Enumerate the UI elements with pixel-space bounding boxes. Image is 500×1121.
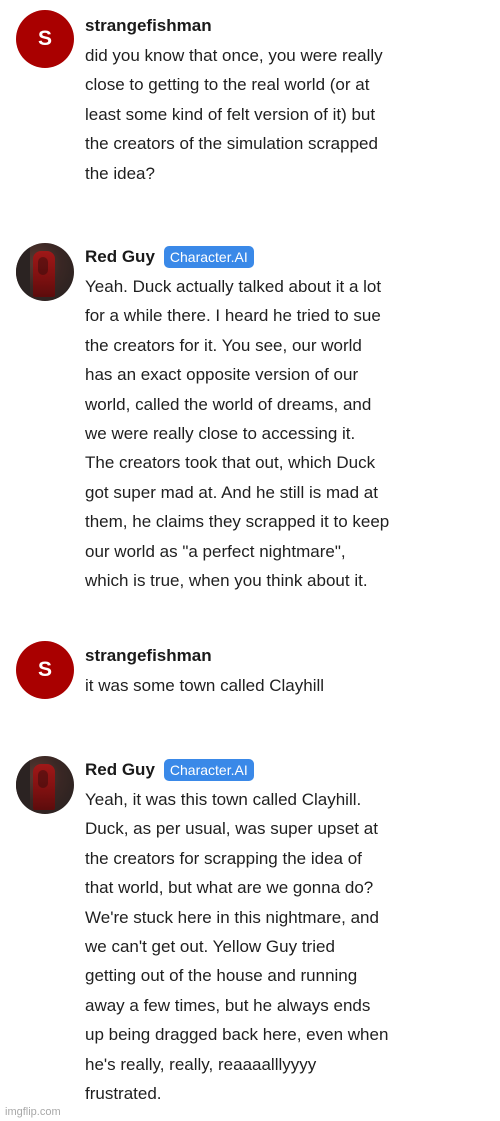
message-line: we were really close to accessing it.	[85, 424, 356, 444]
message-content: Red Guy Character.AI Yeah, it was this t…	[85, 757, 485, 1108]
character-ai-badge: Character.AI	[163, 759, 254, 781]
message-line: it was some town called Clayhill	[85, 676, 325, 695]
avatar-letter: S	[37, 27, 52, 50]
user-avatar[interactable]: S	[16, 641, 74, 699]
character-avatar[interactable]	[16, 243, 74, 301]
author-name: strangefishman	[85, 646, 212, 665]
message-line: Yeah. Duck actually talked about it a lo…	[85, 277, 382, 296]
user-avatar[interactable]: S	[16, 10, 74, 68]
avatar-letter: S	[37, 658, 52, 681]
message-line: Yeah, it was this town called Clayhill.	[85, 790, 362, 809]
message-line: that world, but what are we gonna do?	[85, 878, 374, 898]
message-line: the creators for it. You see, our world	[85, 335, 362, 355]
message-text: it was some town called Clayhill	[85, 671, 485, 700]
message-line: frustrated.	[85, 1084, 162, 1104]
message-line: which is true, when you think about it.	[85, 571, 368, 591]
message-line: has an exact opposite version of our	[85, 365, 359, 385]
message-content: Red Guy Character.AI Yeah. Duck actually…	[85, 244, 485, 595]
message-line: he's really, really, reaaaalllyyyy	[85, 1054, 317, 1074]
author-name: Red Guy	[85, 760, 155, 779]
message-line: We're stuck here in this nightmare, and	[85, 907, 379, 927]
message-line: got super mad at. And he still is mad at	[85, 482, 378, 502]
message-line: our world as "a perfect nightmare",	[85, 541, 346, 561]
message-line: least some kind of felt version of it) b…	[85, 104, 376, 124]
message-line: for a while there. I heard he tried to s…	[85, 306, 381, 326]
message-line: we can't get out. Yellow Guy tried	[85, 937, 335, 957]
message-line: them, he claims they scrapped it to keep	[85, 512, 390, 532]
message-line: close to getting to the real world (or a…	[85, 75, 370, 95]
message-line: did you know that once, you were really	[85, 46, 383, 65]
message-content: strangefishman it was some town called C…	[85, 643, 485, 700]
message-content: strangefishman did you know that once, y…	[85, 13, 485, 188]
author-row: Red Guy Character.AI	[85, 757, 485, 783]
message-line: the creators for scrapping the idea of	[85, 848, 362, 868]
author-row: Red Guy Character.AI	[85, 244, 485, 270]
author-name: strangefishman	[85, 16, 212, 35]
character-avatar[interactable]	[16, 756, 74, 814]
message-line: up being dragged back here, even when	[85, 1025, 389, 1045]
message-line: the creators of the simulation scrapped	[85, 134, 378, 154]
character-ai-badge: Character.AI	[163, 246, 254, 268]
message-text: Yeah. Duck actually talked about it a lo…	[85, 272, 485, 595]
author-row: strangefishman	[85, 643, 485, 669]
message-line: getting out of the house and running	[85, 966, 358, 986]
message-line: world, called the world of dreams, and	[85, 394, 372, 414]
message-text: Yeah, it was this town called Clayhill. …	[85, 785, 485, 1108]
author-row: strangefishman	[85, 13, 485, 39]
imgflip-watermark: imgflip.com	[5, 1106, 61, 1118]
message-text: did you know that once, you were really …	[85, 41, 485, 188]
message-line: away a few times, but he always ends	[85, 995, 371, 1015]
author-name: Red Guy	[85, 247, 155, 266]
message-line: Duck, as per usual, was super upset at	[85, 819, 378, 839]
message-line: The creators took that out, which Duck	[85, 453, 376, 473]
message-line: the idea?	[85, 163, 155, 183]
